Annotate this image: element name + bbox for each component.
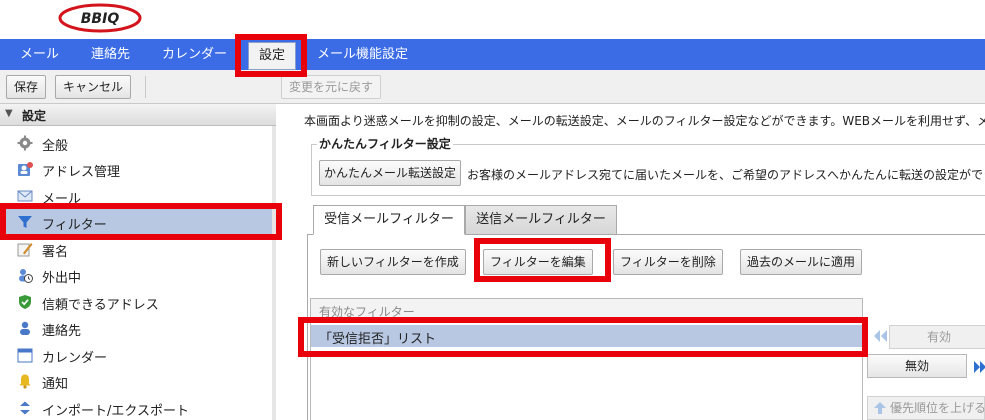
easy-filter-legend: かんたんフィルター設定	[317, 135, 453, 152]
double-chevron-right-icon	[974, 361, 985, 373]
tab-incoming-filter[interactable]: 受信メールフィルター	[313, 205, 465, 235]
disable-button[interactable]: 無効	[867, 354, 967, 378]
arrow-up-icon	[874, 402, 886, 414]
enable-button[interactable]: 有効	[889, 325, 985, 349]
envelope-icon	[17, 190, 33, 202]
sidebar-item-label: カレンダー	[42, 351, 108, 366]
sidebar-item-trusted-addresses[interactable]: 信頼できるアドレス	[0, 289, 276, 315]
sidebar-item-label: 全般	[42, 139, 69, 154]
sidebar-item-label: アドレス管理	[42, 165, 121, 180]
logo-bar: BBIQ	[0, 0, 985, 39]
calendar-icon	[17, 348, 33, 363]
intro-text: 本画面より迷惑メールを抑制の設定、メールの転送設定、メールのフィルター設定などが…	[304, 114, 985, 128]
sidebar-header-title: 設定	[22, 109, 47, 123]
easy-forward-settings-button[interactable]: かんたんメール転送設定	[319, 160, 462, 186]
sidebar-item-label: 外出中	[42, 271, 82, 286]
tab-outgoing-filter[interactable]: 送信メールフィルター	[465, 205, 617, 235]
active-filters-header: 有効なフィルター	[311, 299, 862, 321]
active-filters-list: 有効なフィルター 「受信拒否」リスト	[310, 298, 863, 420]
settings-sidebar: ▼ 設定 全般 アドレス管理 メール フィルター 署名 外出中 信頼できるアドレ…	[0, 104, 276, 420]
sidebar-item-label: 信頼できるアドレス	[42, 298, 159, 313]
sidebar-item-label: 通知	[42, 377, 69, 392]
sidebar-item-out-of-office[interactable]: 外出中	[0, 262, 276, 288]
sidebar-item-filter[interactable]: フィルター	[0, 209, 276, 235]
gear-icon	[17, 135, 33, 151]
sidebar-item-label: インポート/エクスポート	[42, 404, 189, 419]
nav-mail[interactable]: メール	[20, 39, 59, 70]
sidebar-item-notifications[interactable]: 通知	[0, 368, 276, 394]
sidebar-item-mail[interactable]: メール	[0, 183, 276, 209]
cancel-button[interactable]: キャンセル	[55, 75, 132, 99]
shield-check-icon	[19, 295, 31, 309]
nav-mail-function-settings[interactable]: メール機能設定	[317, 39, 408, 70]
list-item[interactable]: 「受信拒否」リスト	[311, 325, 862, 347]
pen-icon	[17, 243, 33, 257]
address-book-icon	[18, 162, 33, 176]
person-icon	[20, 321, 30, 335]
list-header-label: 有効なフィルター	[319, 305, 415, 319]
bell-icon	[19, 374, 31, 389]
collapse-triangle-icon[interactable]: ▼	[5, 108, 13, 119]
toolbar: 保存 キャンセル 変更を元に戻す	[0, 70, 985, 104]
save-button[interactable]: 保存	[6, 75, 47, 99]
sidebar-item-address-management[interactable]: アドレス管理	[0, 156, 276, 182]
sidebar-item-label: 署名	[42, 245, 69, 260]
sidebar-item-label: メール	[42, 192, 82, 207]
sidebar-item-label: 連絡先	[42, 324, 82, 339]
clock-person-icon	[19, 269, 33, 283]
main-content: 本画面より迷惑メールを抑制の設定、メールの転送設定、メールのフィルター設定などが…	[277, 104, 985, 420]
easy-forward-description: お客様のメールアドレス宛てに届いたメールを、ご希望のアドレスへかんたんに転送の設…	[467, 168, 985, 182]
nav-contacts[interactable]: 連絡先	[91, 39, 130, 70]
priority-up-label: 優先順位を上げる	[890, 401, 985, 415]
main-nav: メール 連絡先 カレンダー 設定 メール機能設定	[0, 39, 985, 70]
sidebar-item-general[interactable]: 全般	[0, 130, 276, 156]
filter-icon	[18, 216, 32, 228]
sidebar-item-contacts[interactable]: 連絡先	[0, 315, 276, 341]
import-export-icon	[20, 401, 30, 415]
apply-to-past-mail-button[interactable]: 過去のメールに適用	[740, 249, 863, 275]
double-chevron-left-icon	[874, 330, 887, 342]
sidebar-item-signature[interactable]: 署名	[0, 236, 276, 262]
edit-filter-button[interactable]: フィルターを編集	[483, 249, 593, 275]
list-item-label: 「受信拒否」リスト	[319, 332, 437, 347]
revert-button[interactable]: 変更を元に戻す	[281, 75, 382, 99]
toolbar-divider	[145, 76, 146, 98]
sidebar-item-label: フィルター	[42, 218, 107, 233]
svg-text:BBIQ: BBIQ	[81, 11, 120, 27]
create-filter-button[interactable]: 新しいフィルターを作成	[320, 249, 466, 275]
nav-settings[interactable]: 設定	[248, 42, 296, 70]
bbiq-logo: BBIQ	[58, 3, 142, 33]
sidebar-item-import-export[interactable]: インポート/エクスポート	[0, 395, 276, 420]
sidebar-header[interactable]: ▼ 設定	[0, 104, 276, 126]
sidebar-scrollbar[interactable]	[272, 126, 276, 420]
nav-calendar[interactable]: カレンダー	[162, 39, 227, 70]
sidebar-item-calendar[interactable]: カレンダー	[0, 342, 276, 368]
delete-filter-button[interactable]: フィルターを削除	[613, 249, 723, 275]
